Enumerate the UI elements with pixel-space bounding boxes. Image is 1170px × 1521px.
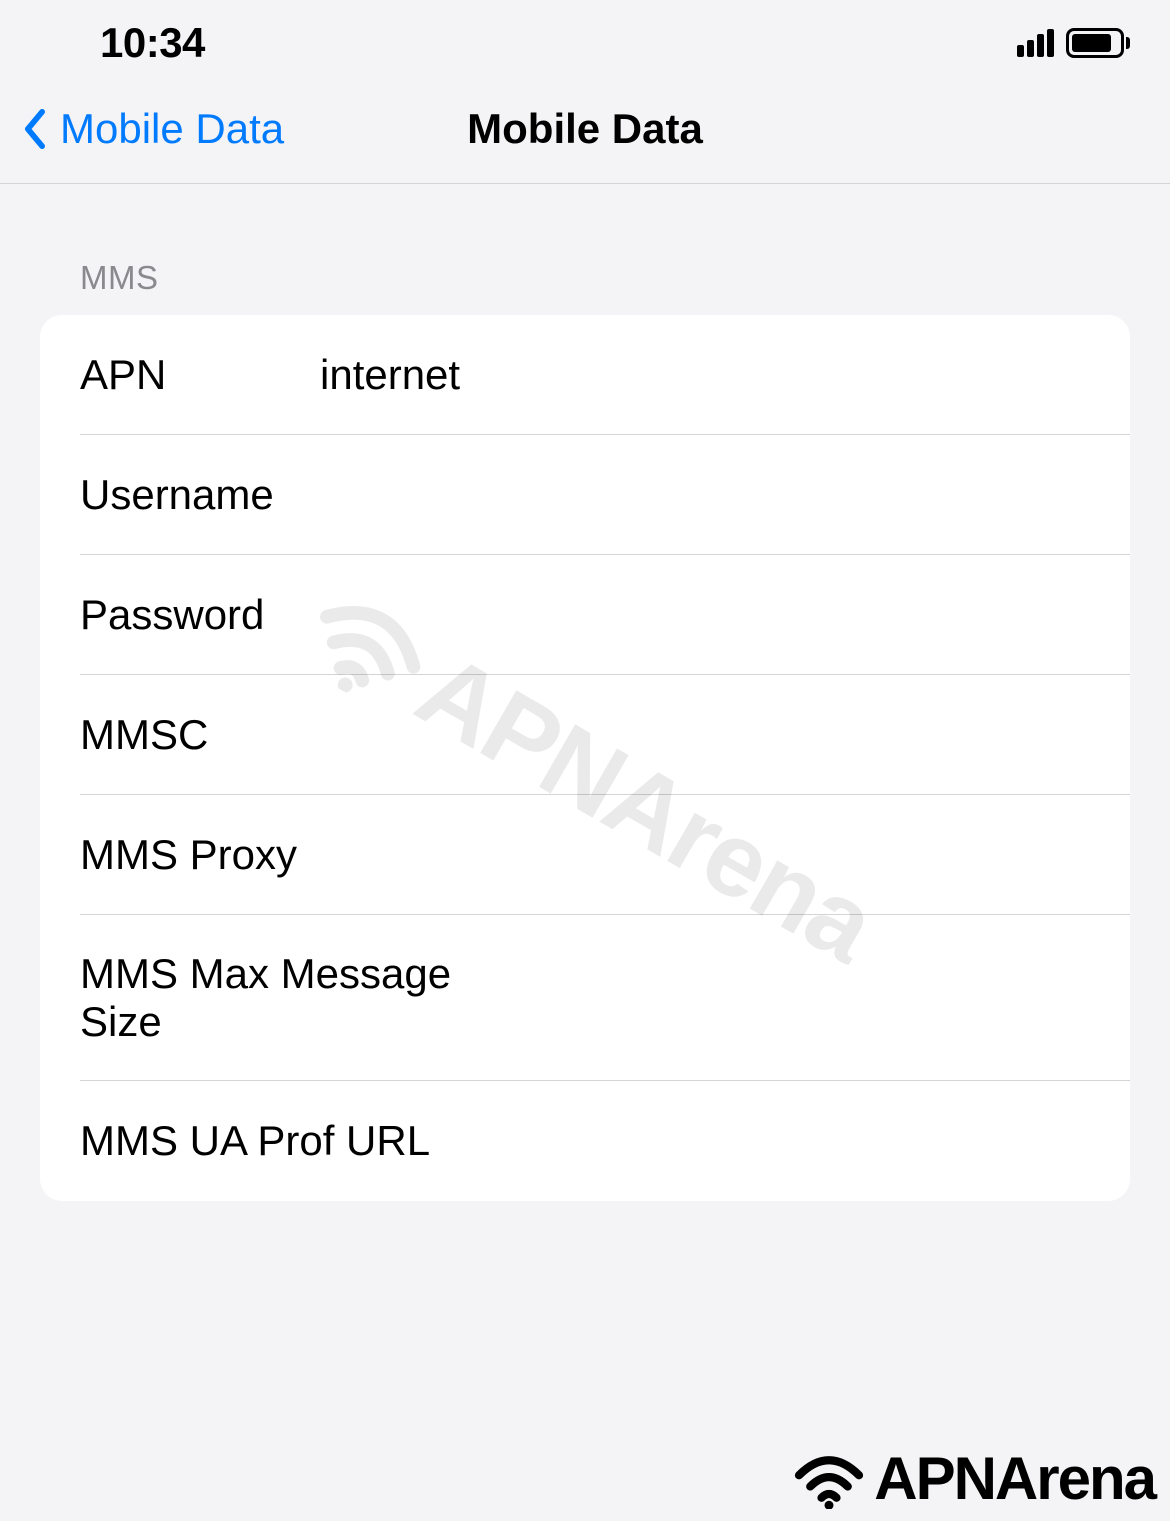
section-header-mms: MMS	[40, 259, 1130, 315]
apn-field[interactable]	[320, 351, 1090, 399]
row-label-mmsc: MMSC	[80, 711, 320, 759]
mms-max-message-size-field[interactable]	[549, 974, 1090, 1022]
row-label-mms-ua-prof-url: MMS UA Prof URL	[80, 1117, 430, 1165]
battery-icon	[1066, 28, 1130, 58]
status-right	[1017, 28, 1130, 58]
back-label: Mobile Data	[60, 105, 284, 153]
password-field[interactable]	[320, 591, 1090, 639]
page-title: Mobile Data	[467, 105, 703, 153]
row-password[interactable]: Password	[40, 555, 1130, 675]
content: MMS APN Username Password MMSC MMS Proxy…	[0, 184, 1170, 1201]
status-time: 10:34	[100, 19, 205, 67]
chevron-left-icon	[20, 109, 50, 149]
nav-bar: Mobile Data Mobile Data	[0, 75, 1170, 184]
status-bar: 10:34	[0, 0, 1170, 75]
row-mms-proxy[interactable]: MMS Proxy	[40, 795, 1130, 915]
signal-icon	[1017, 29, 1054, 57]
row-mms-ua-prof-url[interactable]: MMS UA Prof URL	[40, 1081, 1130, 1201]
row-label-mms-max-message-size: MMS Max Message Size	[80, 950, 529, 1046]
row-apn[interactable]: APN	[40, 315, 1130, 435]
mmsc-field[interactable]	[320, 711, 1090, 759]
settings-group-mms: APN Username Password MMSC MMS Proxy MMS…	[40, 315, 1130, 1201]
row-label-apn: APN	[80, 351, 320, 399]
username-field[interactable]	[320, 471, 1090, 519]
mms-ua-prof-url-field[interactable]	[450, 1117, 1090, 1165]
row-label-mms-proxy: MMS Proxy	[80, 831, 320, 879]
mms-proxy-field[interactable]	[320, 831, 1090, 879]
wifi-icon	[789, 1449, 869, 1509]
row-username[interactable]: Username	[40, 435, 1130, 555]
row-mmsc[interactable]: MMSC	[40, 675, 1130, 795]
footer-logo: APNArena	[789, 1444, 1155, 1513]
row-label-username: Username	[80, 471, 320, 519]
back-button[interactable]: Mobile Data	[20, 105, 284, 153]
row-label-password: Password	[80, 591, 320, 639]
row-mms-max-message-size[interactable]: MMS Max Message Size	[40, 915, 1130, 1081]
footer-logo-text: APNArena	[874, 1444, 1155, 1513]
